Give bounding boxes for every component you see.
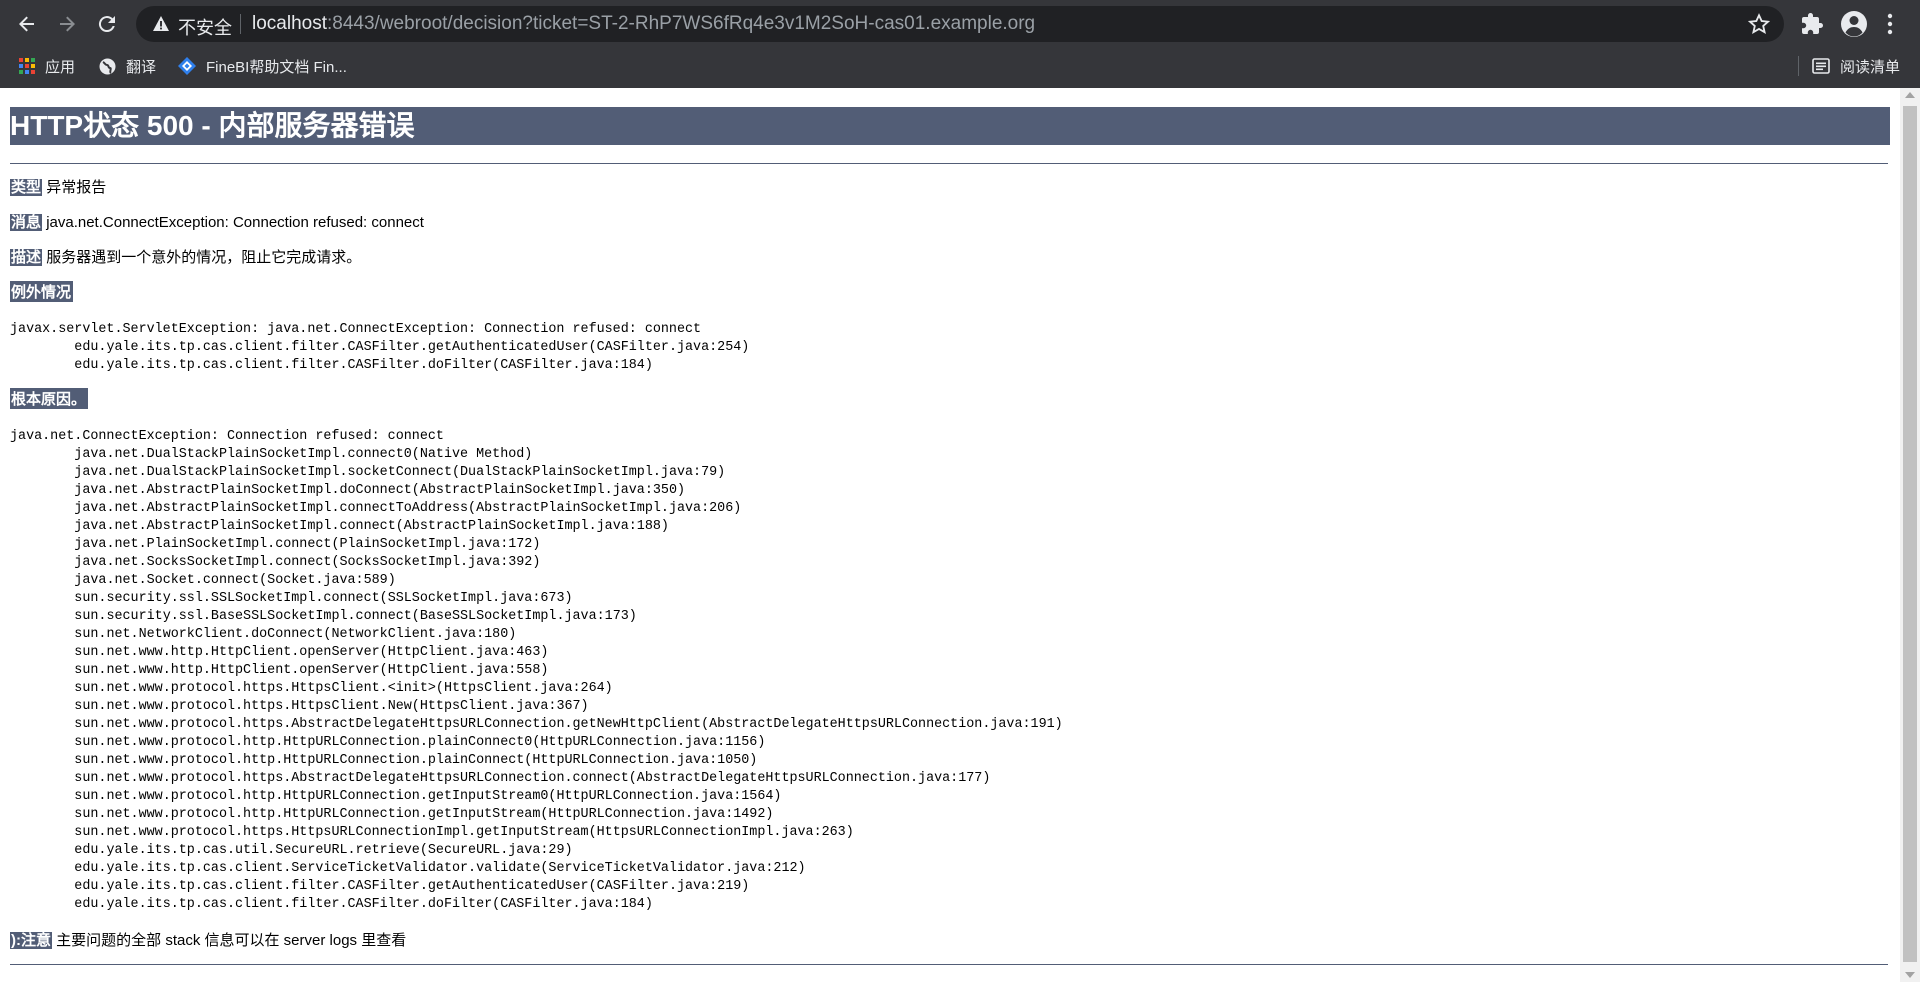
bookmarks-divider [1798,56,1799,76]
apps-grid-icon [19,58,35,74]
scroll-down-arrow-icon[interactable] [1905,972,1915,978]
profile-avatar-icon[interactable] [1838,8,1870,40]
arrow-right-icon [60,16,75,32]
globe-icon [99,58,116,74]
reading-list-button[interactable]: 阅读清单 [1812,54,1900,78]
scroll-thumb[interactable] [1903,106,1917,962]
browser-chrome: 不安全 localhost:8443/webroot/decision?tick… [0,0,1920,88]
reload-icon [98,16,115,33]
root-cause-trace: java.net.ConnectException: Connection re… [10,429,1063,912]
back-button[interactable] [13,10,41,38]
forward-button[interactable] [53,10,81,38]
note-value: 主要问题的全部 stack 信息可以在 server logs 里查看 [56,932,407,949]
bookmark-star-icon[interactable] [1748,13,1770,35]
url-host: localhost [252,13,327,34]
description-value: 服务器遇到一个意外的情况，阻止它完成请求。 [46,249,362,266]
exception-trace: javax.servlet.ServletException: java.net… [10,322,750,373]
divider [10,964,1888,965]
message-value: java.net.ConnectException: Connection re… [46,214,424,231]
exception-heading: 例外情况 [10,281,74,302]
puzzle-extension-icon[interactable] [1800,12,1824,36]
description-row: 描述 服务器遇到一个意外的情况，阻止它完成请求。 [10,246,361,267]
warning-triangle-icon [153,16,169,31]
divider [10,163,1888,164]
error-page: HTTP状态 500 - 内部服务器错误 类型 异常报告 消息 java.net… [10,88,1890,965]
note-label: ):注意 [10,932,52,949]
type-value: 异常报告 [46,179,107,196]
message-row: 消息 java.net.ConnectException: Connection… [10,211,424,232]
type-row: 类型 异常报告 [10,176,106,197]
kebab-menu-icon[interactable] [1886,12,1894,36]
reading-list-label: 阅读清单 [1840,58,1901,76]
page-title: HTTP状态 500 - 内部服务器错误 [10,107,1890,145]
url-text[interactable]: localhost:8443/webroot/decision?ticket=S… [252,13,1035,35]
description-label: 描述 [10,249,43,266]
bookmark-label: 翻译 [126,58,157,76]
bookmarks-bar: 应用 翻译 FineBI帮助文档 Fin... 阅读清单 [0,50,1920,80]
bookmark-label: 应用 [45,58,76,76]
reload-button[interactable] [93,10,121,38]
page-scrollbar[interactable] [1900,88,1920,982]
finebi-icon [178,57,196,75]
reading-list-icon [1812,58,1830,74]
address-bar[interactable]: 不安全 localhost:8443/webroot/decision?tick… [136,6,1784,42]
insecure-label: 不安全 [178,18,232,38]
arrow-left-icon [19,16,34,32]
bookmark-finebi-docs[interactable]: FineBI帮助文档 Fin... [178,54,347,78]
note-row: ):注意 主要问题的全部 stack 信息可以在 server logs 里查看 [10,929,406,950]
type-label: 类型 [10,179,43,196]
message-label: 消息 [10,214,43,231]
url-path: :8443/webroot/decision?ticket=ST-2-RhP7W… [327,13,1036,34]
browser-toolbar: 不安全 localhost:8443/webroot/decision?tick… [0,0,1920,48]
scroll-up-arrow-icon[interactable] [1905,92,1915,98]
bookmark-translate[interactable]: 翻译 [99,54,156,78]
bookmark-label: FineBI帮助文档 Fin... [206,58,347,76]
omnibox-divider [240,14,241,34]
root-cause-heading: 根本原因。 [10,388,89,409]
bookmark-apps[interactable]: 应用 [19,54,75,78]
